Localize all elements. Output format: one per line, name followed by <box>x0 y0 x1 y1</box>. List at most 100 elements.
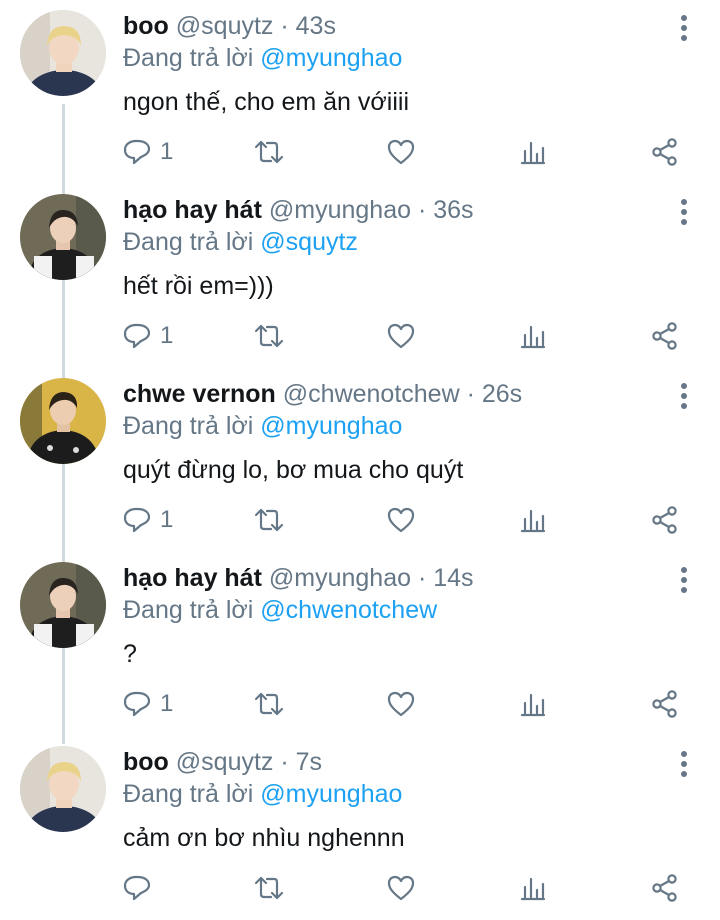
like-button[interactable] <box>386 872 416 904</box>
avatar[interactable] <box>20 10 106 96</box>
replying-to-label: Đang trả lời <box>123 44 254 72</box>
retweet-button[interactable] <box>254 688 284 720</box>
user-handle[interactable]: @squytz <box>176 12 274 40</box>
tweet-actions <box>0 872 720 904</box>
user-handle[interactable]: @myunghao <box>269 564 411 592</box>
share-button[interactable] <box>650 504 680 536</box>
tweet-actions: 1 <box>0 136 720 168</box>
analytics-button[interactable] <box>518 504 548 536</box>
share-icon <box>652 690 677 718</box>
retweet-button[interactable] <box>254 872 284 904</box>
replying-to: Đang trả lời @chwenotchew <box>123 594 437 626</box>
timestamp[interactable]: 14s <box>433 564 473 592</box>
timestamp[interactable]: 43s <box>296 12 336 40</box>
mention-link[interactable]: @chwenotchew <box>260 596 437 624</box>
avatar[interactable] <box>20 194 106 280</box>
reply-count: 1 <box>160 690 174 717</box>
reply-button[interactable] <box>122 872 160 904</box>
tweet[interactable]: chwe vernon @chwenotchew · 26s Đang trả … <box>0 368 720 552</box>
separator-dot: · <box>280 12 289 40</box>
avatar[interactable] <box>20 378 106 464</box>
like-button[interactable] <box>386 320 416 352</box>
timestamp[interactable]: 7s <box>296 748 322 776</box>
reply-count: 1 <box>160 506 174 533</box>
share-button[interactable] <box>650 136 680 168</box>
tweet[interactable]: boo @squytz · 43s Đang trả lời @myunghao… <box>0 0 720 184</box>
display-name[interactable]: hạo hay hát <box>123 196 262 224</box>
replying-to-label: Đang trả lời <box>123 596 254 624</box>
heart-icon <box>387 875 415 901</box>
retweet-button[interactable] <box>254 320 284 352</box>
bar-chart-icon <box>520 509 546 533</box>
user-handle[interactable]: @myunghao <box>269 196 411 224</box>
mention-link[interactable]: @myunghao <box>260 780 402 808</box>
avatar-blonde-hoodie-icon <box>20 746 106 832</box>
avatar-blonde-hoodie-icon <box>20 10 106 96</box>
tweet-text: hết rồi em=))) <box>123 272 274 300</box>
reply-button[interactable]: 1 <box>122 320 173 352</box>
user-handle[interactable]: @squytz <box>176 748 274 776</box>
display-name[interactable]: boo <box>123 12 169 40</box>
reply-icon <box>123 139 151 165</box>
retweet-button[interactable] <box>254 136 284 168</box>
separator-dot: · <box>417 564 427 592</box>
reply-button[interactable]: 1 <box>122 504 173 536</box>
tweet-actions: 1 <box>0 688 720 720</box>
retweet-icon <box>254 508 284 532</box>
share-icon <box>652 874 677 902</box>
avatar-black-white-jacket-icon <box>20 194 106 280</box>
avatar-dark-jacket-yellow-bg-icon <box>20 378 106 464</box>
mention-link[interactable]: @squytz <box>260 228 358 256</box>
replying-to: Đang trả lời @myunghao <box>123 778 402 810</box>
bar-chart-icon <box>520 877 546 901</box>
display-name[interactable]: chwe vernon <box>123 380 276 408</box>
tweet-text: ? <box>123 640 137 668</box>
more-options-icon[interactable] <box>672 14 696 42</box>
retweet-icon <box>254 140 284 164</box>
like-button[interactable] <box>386 504 416 536</box>
analytics-button[interactable] <box>518 872 548 904</box>
tweet-text: quýt đừng lo, bơ mua cho quýt <box>123 456 464 484</box>
like-button[interactable] <box>386 136 416 168</box>
tweet-header: hạo hay hát @myunghao · 14s <box>123 562 474 594</box>
analytics-button[interactable] <box>518 320 548 352</box>
tweet[interactable]: hạo hay hát @myunghao · 36s Đang trả lời… <box>0 184 720 368</box>
user-handle[interactable]: @chwenotchew <box>283 380 460 408</box>
tweet-actions: 1 <box>0 320 720 352</box>
separator-dot: · <box>466 380 475 408</box>
analytics-button[interactable] <box>518 136 548 168</box>
tweet[interactable]: hạo hay hát @myunghao · 14s Đang trả lời… <box>0 552 720 736</box>
share-button[interactable] <box>650 320 680 352</box>
reply-button[interactable]: 1 <box>122 688 173 720</box>
like-button[interactable] <box>386 688 416 720</box>
mention-link[interactable]: @myunghao <box>260 44 402 72</box>
tweet-text: cảm ơn bơ nhìu nghennn <box>123 824 405 852</box>
more-options-icon[interactable] <box>672 198 696 226</box>
tweet-actions: 1 <box>0 504 720 536</box>
replying-to-label: Đang trả lời <box>123 780 254 808</box>
more-options-icon[interactable] <box>672 750 696 778</box>
display-name[interactable]: boo <box>123 748 169 776</box>
mention-link[interactable]: @myunghao <box>260 412 402 440</box>
more-options-icon[interactable] <box>672 382 696 410</box>
display-name[interactable]: hạo hay hát <box>123 564 262 592</box>
replying-to-label: Đang trả lời <box>123 228 254 256</box>
timestamp[interactable]: 36s <box>433 196 473 224</box>
replying-to-label: Đang trả lời <box>123 412 254 440</box>
more-options-icon[interactable] <box>672 566 696 594</box>
bar-chart-icon <box>520 141 546 165</box>
share-button[interactable] <box>650 688 680 720</box>
retweet-button[interactable] <box>254 504 284 536</box>
share-button[interactable] <box>650 872 680 904</box>
replying-to: Đang trả lời @squytz <box>123 226 358 258</box>
share-icon <box>652 138 677 166</box>
reply-icon <box>123 507 151 533</box>
reply-icon <box>123 691 151 717</box>
analytics-button[interactable] <box>518 688 548 720</box>
tweet[interactable]: boo @squytz · 7s Đang trả lời @myunghao … <box>0 736 720 920</box>
timestamp[interactable]: 26s <box>482 380 522 408</box>
avatar[interactable] <box>20 746 106 832</box>
reply-button[interactable]: 1 <box>122 136 173 168</box>
share-icon <box>652 506 677 534</box>
avatar[interactable] <box>20 562 106 648</box>
